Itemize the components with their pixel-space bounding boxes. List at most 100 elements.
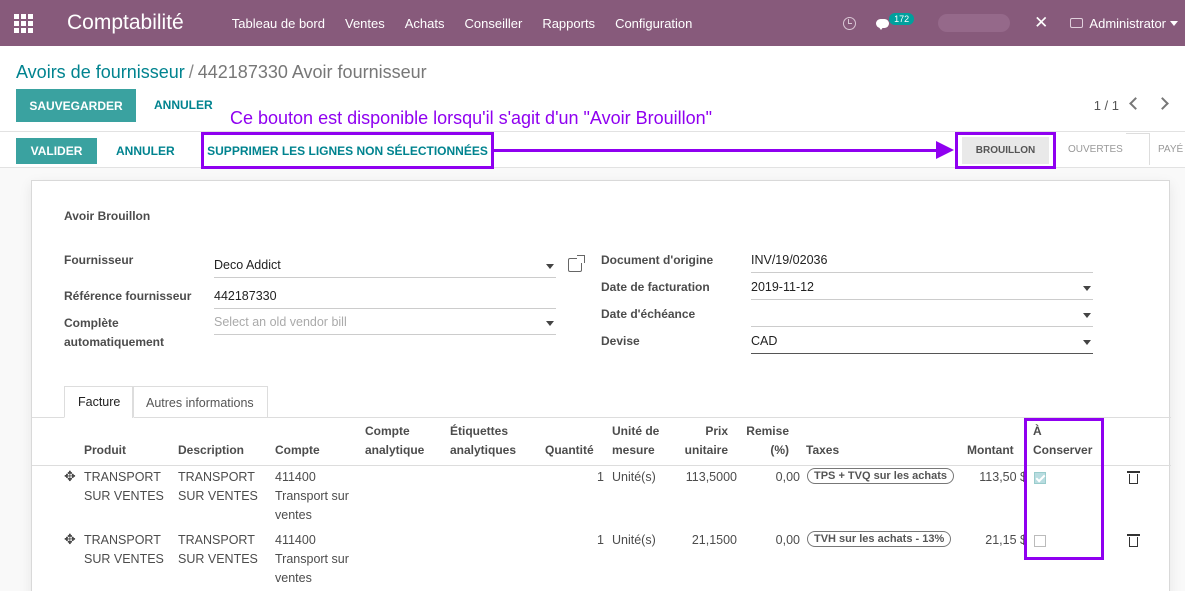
col-uom[interactable]: Unité de mesure (612, 422, 672, 460)
vendor-label: Fournisseur (64, 253, 134, 267)
invoice-date-label: Date de facturation (601, 280, 710, 294)
annotation-text: Ce bouton est disponible lorsqu'il s'agi… (230, 108, 713, 128)
col-discount[interactable]: Remise (%) (741, 422, 789, 460)
row2-quantity[interactable]: 1 (572, 531, 604, 550)
tab-other-info[interactable]: Autres informations (132, 386, 268, 418)
row2-uom[interactable]: Unité(s) (612, 531, 656, 550)
currency-field[interactable]: CAD (751, 330, 1093, 354)
col-analytic-tags[interactable]: Étiquettes analytiques (450, 422, 540, 460)
activity-clock-icon[interactable] (843, 16, 857, 30)
status-bar: VALIDER ANNULER SUPPRIMER LES LIGNES NON… (0, 132, 1185, 169)
row1-tax-tag[interactable]: TPS + TVQ sur les achats (807, 468, 954, 484)
row2-delete-icon[interactable] (1127, 534, 1140, 547)
row1-description[interactable]: TRANSPORT SUR VENTES (178, 468, 263, 506)
stage-paid[interactable]: PAYÉ (1158, 144, 1183, 155)
due-date-label: Date d'échéance (601, 307, 696, 321)
vendor-reference-field[interactable]: 442187330 (214, 285, 556, 309)
external-link-icon[interactable] (568, 255, 585, 272)
keep-column-highlight (1024, 418, 1104, 560)
form-sheet: Avoir Brouillon Fournisseur Deco Addict … (31, 180, 1171, 591)
menu-purchases[interactable]: Achats (395, 16, 455, 31)
autocomplete-dropdown-icon[interactable] (546, 321, 554, 326)
row2-account[interactable]: 411400 Transport sur ventes (275, 531, 360, 588)
row1-delete-icon[interactable] (1127, 471, 1140, 484)
cancel-button[interactable]: ANNULER (116, 144, 175, 158)
vendor-dropdown-icon[interactable] (546, 264, 554, 269)
invoice-date-field[interactable]: 2019-11-12 (751, 276, 1093, 300)
breadcrumb-separator: / (188, 62, 194, 82)
row2-unit-price[interactable]: 21,1500 (672, 531, 737, 550)
col-amount[interactable]: Montant (967, 441, 1014, 460)
autocomplete-field[interactable]: Select an old vendor bill (214, 311, 556, 335)
row1-product[interactable]: TRANSPORT SUR VENTES (84, 468, 169, 506)
col-analytic-account[interactable]: Compte analytique (365, 422, 445, 460)
col-unit-price[interactable]: Prix unitaire (672, 422, 728, 460)
validate-button[interactable]: VALIDER (16, 138, 97, 164)
row1-uom[interactable]: Unité(s) (612, 468, 656, 487)
stage-divider (1126, 133, 1150, 165)
app-title: Comptabilité (67, 11, 184, 34)
vendor-reference-label: Référence fournisseur (64, 289, 192, 303)
pager-value: 1 / 1 (1093, 98, 1119, 113)
menu-sales[interactable]: Ventes (335, 16, 395, 31)
user-camera-icon (1070, 18, 1084, 28)
currency-value: CAD (751, 334, 778, 348)
stage-open[interactable]: OUVERTES (1068, 144, 1123, 155)
row1-discount[interactable]: 0,00 (757, 468, 800, 487)
messaging-menu[interactable]: 172 (876, 13, 916, 33)
due-date-field[interactable] (751, 303, 1093, 327)
row2-amount: 21,15 $ (985, 533, 1027, 547)
menu-advisor[interactable]: Conseiller (455, 16, 533, 31)
col-taxes[interactable]: Taxes (806, 441, 839, 460)
pager-previous-icon[interactable] (1127, 96, 1142, 110)
row2-tax-tag[interactable]: TVH sur les achats - 13% (807, 531, 952, 547)
top-navbar: Comptabilité Tableau de bord Ventes Acha… (0, 0, 1185, 46)
notebook-tabs: Facture Autres informations (32, 386, 1171, 418)
due-date-dropdown-icon[interactable] (1083, 313, 1091, 318)
stage-draft[interactable]: BROUILLON (955, 132, 1056, 169)
chat-icon (876, 19, 890, 30)
drag-handle-icon[interactable]: ✥ (64, 468, 76, 485)
row2-discount[interactable]: 0,00 (757, 531, 800, 550)
tab-invoice[interactable]: Facture (64, 386, 135, 418)
user-caret-icon[interactable] (1170, 20, 1178, 26)
discard-button[interactable]: ANNULER (154, 98, 213, 112)
chat-count-badge: 172 (889, 13, 915, 25)
row2-product[interactable]: TRANSPORT SUR VENTES (84, 531, 169, 569)
origin-label: Document d'origine (601, 253, 714, 267)
form-title: Avoir Brouillon (64, 209, 151, 223)
header-divider (32, 465, 1171, 466)
row1-account[interactable]: 411400 Transport sur ventes (275, 468, 360, 525)
row1-amount: 113,50 $ (979, 470, 1027, 484)
menu-configuration[interactable]: Configuration (605, 16, 702, 31)
debug-tools-icon[interactable]: ✕ (1034, 13, 1048, 33)
breadcrumb: Avoirs de fournisseur/442187330 Avoir fo… (16, 62, 427, 83)
col-account[interactable]: Compte (275, 441, 320, 460)
col-description[interactable]: Description (178, 441, 244, 460)
col-product[interactable]: Produit (84, 441, 126, 460)
row1-quantity[interactable]: 1 (572, 468, 604, 487)
origin-field[interactable]: INV/19/02036 (751, 249, 1093, 273)
annotation-arrow-head (936, 141, 954, 159)
menu-dashboard[interactable]: Tableau de bord (222, 16, 335, 31)
delete-unselected-lines-button[interactable]: SUPPRIMER LES LIGNES NON SÉLECTIONNÉES (201, 132, 494, 169)
autocomplete-label: Complète automatiquement (64, 316, 165, 349)
invoice-date-dropdown-icon[interactable] (1083, 286, 1091, 291)
currency-dropdown-icon[interactable] (1083, 340, 1091, 345)
apps-menu-icon[interactable] (0, 0, 46, 46)
stage-draft-label: BROUILLON (961, 137, 1050, 164)
annotation-arrow-line (494, 149, 938, 152)
drag-handle-icon[interactable]: ✥ (64, 531, 76, 548)
user-menu[interactable]: Administrator (1089, 16, 1166, 31)
pager-next-icon[interactable] (1156, 96, 1171, 110)
currency-label: Devise (601, 334, 640, 348)
company-switcher[interactable] (938, 14, 1011, 32)
row1-unit-price[interactable]: 113,5000 (672, 468, 737, 487)
vendor-field[interactable]: Deco Addict (214, 254, 556, 278)
save-button[interactable]: SAUVEGARDER (16, 89, 136, 122)
col-quantity[interactable]: Quantité (545, 441, 594, 460)
menu-reports[interactable]: Rapports (532, 16, 605, 31)
breadcrumb-parent[interactable]: Avoirs de fournisseur (16, 62, 185, 82)
breadcrumb-current: 442187330 Avoir fournisseur (197, 62, 427, 82)
row2-description[interactable]: TRANSPORT SUR VENTES (178, 531, 263, 569)
